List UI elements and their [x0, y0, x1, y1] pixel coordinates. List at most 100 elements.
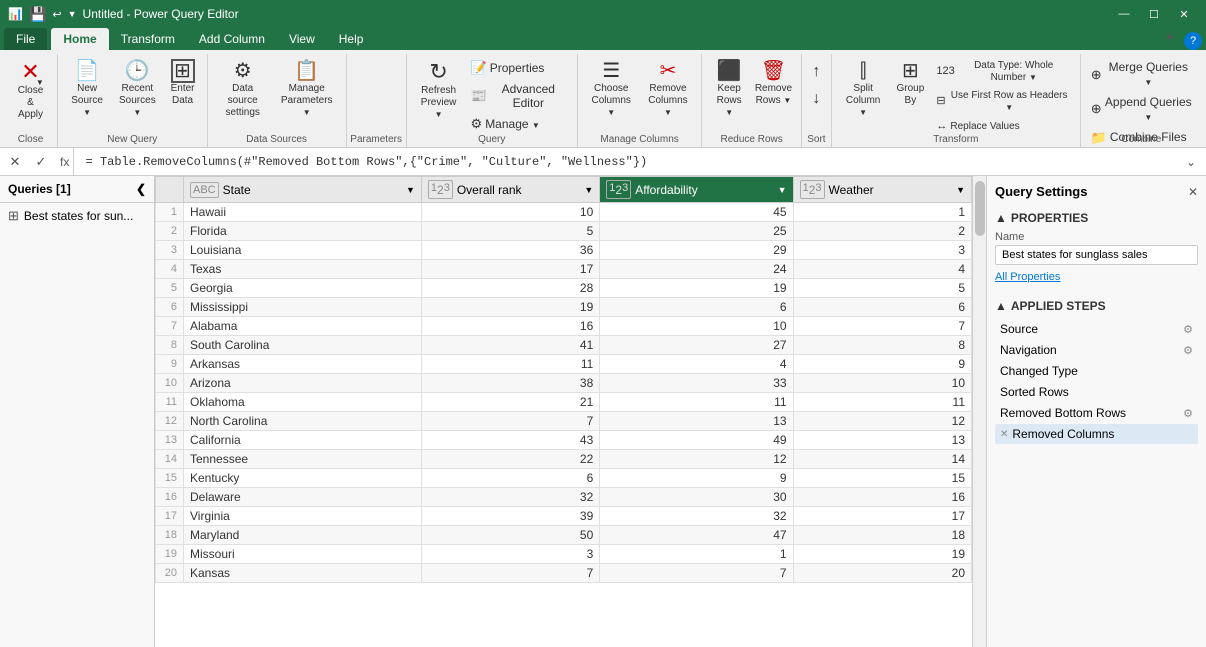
replace-values-label: Replace Values — [950, 121, 1019, 133]
manage-button[interactable]: ⚙ Manage ▼ — [467, 114, 571, 134]
sidebar-collapse-button[interactable]: ❮ — [136, 182, 146, 196]
col-header-weather[interactable]: 123 Weather ▼ — [793, 177, 971, 203]
tab-file[interactable]: File — [4, 28, 47, 50]
cell-affordability: 49 — [600, 431, 793, 450]
ribbon-collapse-button[interactable]: ▲ — [1156, 22, 1184, 50]
tab-view[interactable]: View — [277, 28, 327, 50]
split-column-button[interactable]: ⫿ SplitColumn ▼ — [838, 56, 888, 122]
cell-affordability: 13 — [600, 412, 793, 431]
data-type-button[interactable]: 123 Data Type: Whole Number ▼ — [932, 58, 1073, 86]
recent-sources-button[interactable]: 🕒 RecentSources ▼ — [112, 56, 162, 122]
step-close-icon[interactable]: ✕ — [1000, 429, 1008, 440]
step-item-source[interactable]: Source⚙ — [995, 319, 1198, 339]
manage-parameters-button[interactable]: 📋 ManageParameters ▼ — [274, 56, 340, 122]
help-icon[interactable]: ? — [1184, 32, 1202, 50]
cell-state: Alabama — [184, 317, 422, 336]
cell-overall: 36 — [421, 241, 599, 260]
merge-queries-button[interactable]: ⊕ Merge Queries ▼ — [1087, 58, 1196, 91]
step-name-sorted-rows: Sorted Rows — [1000, 385, 1193, 399]
vertical-scrollbar[interactable] — [972, 176, 986, 647]
properties-button[interactable]: 📝 Properties — [467, 58, 571, 78]
formula-input[interactable] — [78, 155, 1176, 169]
sidebar-item-label: Best states for sun... — [24, 209, 133, 223]
step-item-removed-bottom-rows[interactable]: Removed Bottom Rows⚙ — [995, 403, 1198, 423]
ribbon-group-sort: ↑ ↓ Sort — [802, 54, 832, 147]
col-header-state[interactable]: ABC State ▼ — [184, 177, 422, 203]
append-queries-button[interactable]: ⊕ Append Queries ▼ — [1087, 93, 1196, 126]
ribbon-group-parameters: Parameters — [347, 54, 407, 147]
formula-cancel-button[interactable]: ✕ — [4, 151, 26, 173]
refresh-preview-button[interactable]: ↻ RefreshPreview ▼ — [413, 56, 465, 124]
tab-add-column[interactable]: Add Column — [187, 28, 277, 50]
step-item-changed-type[interactable]: Changed Type — [995, 361, 1198, 381]
step-item-navigation[interactable]: Navigation⚙ — [995, 340, 1198, 360]
formula-expand-button[interactable]: ⌄ — [1180, 151, 1202, 173]
tab-transform[interactable]: Transform — [109, 28, 187, 50]
step-gear-icon[interactable]: ⚙ — [1183, 407, 1193, 420]
dropdown-arrow-icon[interactable]: ▼ — [68, 9, 77, 19]
col-dropdown-weather[interactable]: ▼ — [956, 185, 965, 195]
sidebar-header: Queries [1] ❮ — [0, 176, 154, 203]
cell-weather: 12 — [793, 412, 971, 431]
left-sidebar: Queries [1] ❮ ⊞ Best states for sun... — [0, 176, 155, 647]
col-header-overall-rank[interactable]: 123 Overall rank ▼ — [421, 177, 599, 203]
step-gear-icon[interactable]: ⚙ — [1183, 344, 1193, 357]
scrollbar-thumb[interactable] — [975, 181, 985, 236]
row-number: 9 — [156, 355, 184, 374]
combine-group-label: Combine — [1081, 134, 1202, 145]
cell-affordability: 11 — [600, 393, 793, 412]
properties-collapse-icon[interactable]: ▲ — [995, 211, 1007, 225]
sort-ascending-button[interactable]: ↑ — [808, 60, 824, 83]
replace-values-button[interactable]: ↔ Replace Values — [932, 118, 1073, 135]
save-icon[interactable]: 💾 — [29, 6, 46, 23]
undo-icon[interactable]: ↩ — [52, 8, 61, 21]
applied-steps-collapse-icon[interactable]: ▲ — [995, 299, 1007, 313]
col-header-affordability[interactable]: 123 Affordability ▼ — [600, 177, 793, 203]
formula-confirm-button[interactable]: ✓ — [30, 151, 52, 173]
append-queries-icon: ⊕ — [1091, 101, 1102, 117]
minimize-button[interactable]: — — [1110, 0, 1138, 28]
close-apply-button[interactable]: ✕ ▼ Close &Apply — [10, 56, 51, 124]
table-row: 4 Texas 17 24 4 — [156, 260, 972, 279]
col-dropdown-affordability[interactable]: ▼ — [778, 185, 787, 195]
step-gear-icon[interactable]: ⚙ — [1183, 323, 1193, 336]
cell-weather: 16 — [793, 488, 971, 507]
cell-overall: 19 — [421, 298, 599, 317]
ribbon-group-transform: ⫿ SplitColumn ▼ ⊞ GroupBy 123 Data Type:… — [832, 54, 1081, 147]
cell-weather: 10 — [793, 374, 971, 393]
split-column-icon: ⫿ — [860, 59, 866, 83]
cell-overall: 17 — [421, 260, 599, 279]
sort-descending-button[interactable]: ↓ — [808, 87, 824, 110]
keep-rows-button[interactable]: ⬛ KeepRows ▼ — [708, 56, 750, 122]
all-properties-link[interactable]: All Properties — [995, 271, 1060, 283]
first-row-headers-button[interactable]: ⊟ Use First Row as Headers ▼ — [932, 88, 1073, 116]
col-dropdown-overall[interactable]: ▼ — [584, 185, 593, 195]
query-name-input[interactable]: Best states for sunglass sales — [995, 245, 1198, 265]
first-row-headers-label: Use First Row as Headers ▼ — [949, 90, 1070, 114]
step-item-removed-columns[interactable]: ✕Removed Columns — [995, 424, 1198, 444]
advanced-editor-button[interactable]: 📰 Advanced Editor — [467, 80, 571, 113]
remove-rows-button[interactable]: 🗑 RemoveRows ▼ — [752, 56, 795, 110]
table-row: 16 Delaware 32 30 16 — [156, 488, 972, 507]
new-source-button[interactable]: 📄 NewSource ▼ — [64, 56, 110, 122]
table-row: 12 North Carolina 7 13 12 — [156, 412, 972, 431]
step-item-sorted-rows[interactable]: Sorted Rows — [995, 382, 1198, 402]
col-dropdown-state[interactable]: ▼ — [406, 185, 415, 195]
group-by-button[interactable]: ⊞ GroupBy — [892, 56, 928, 110]
sidebar-item-best-states[interactable]: ⊞ Best states for sun... — [0, 203, 154, 229]
choose-columns-button[interactable]: ☰ ChooseColumns ▼ — [584, 56, 639, 122]
cell-weather: 6 — [793, 298, 971, 317]
query-settings-close-button[interactable]: ✕ — [1188, 185, 1198, 199]
remove-columns-button[interactable]: ✂ RemoveColumns ▼ — [641, 56, 696, 122]
sidebar-title: Queries [1] — [8, 182, 71, 196]
row-number: 8 — [156, 336, 184, 355]
table-row: 10 Arizona 38 33 10 — [156, 374, 972, 393]
data-source-settings-button[interactable]: ⚙ Data sourcesettings — [214, 56, 272, 122]
grid-wrapper[interactable]: ABC State ▼ 123 Overall rank ▼ — [155, 176, 972, 647]
window-controls: — ☐ ✕ — [1110, 0, 1198, 28]
cell-affordability: 27 — [600, 336, 793, 355]
enter-data-button[interactable]: ⊞ EnterData — [165, 56, 201, 110]
tab-help[interactable]: Help — [327, 28, 376, 50]
tab-home[interactable]: Home — [51, 28, 108, 50]
cell-weather: 7 — [793, 317, 971, 336]
